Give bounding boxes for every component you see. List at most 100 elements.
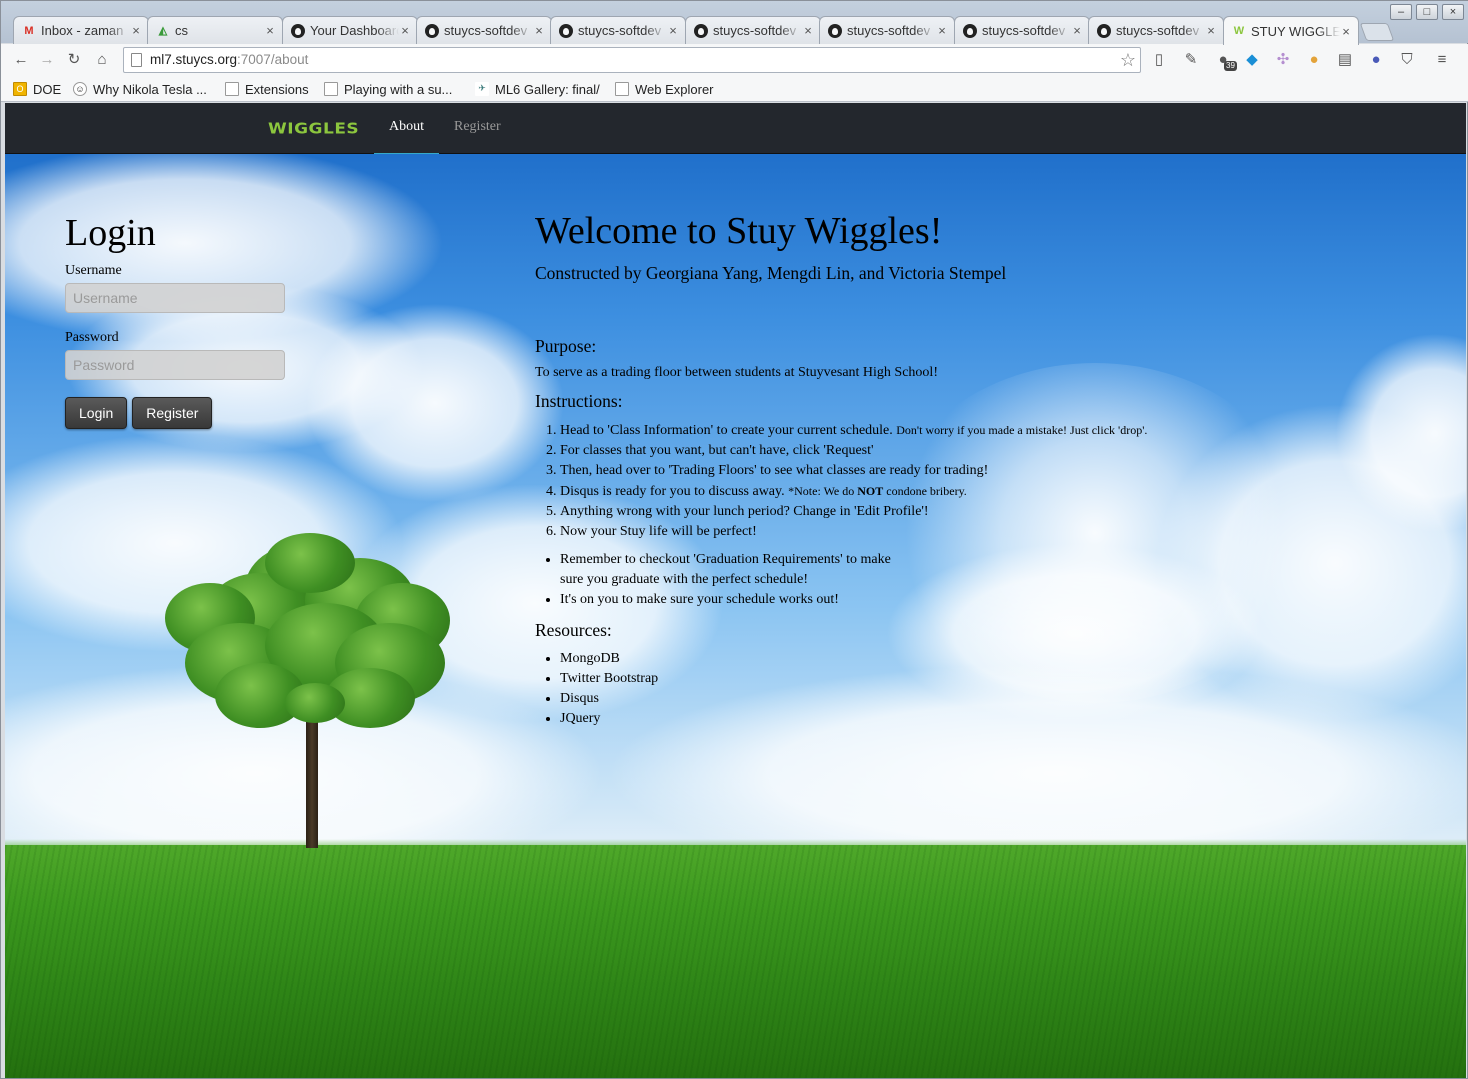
close-icon[interactable]: × <box>936 23 948 38</box>
instructions-heading: Instructions: <box>535 391 623 411</box>
globe-icon[interactable]: ● <box>1366 50 1386 70</box>
home-button[interactable]: ⌂ <box>92 50 112 70</box>
tab-strip: M Inbox - zaman × ◭ cs × Your Dashboard … <box>1 1 1468 45</box>
pinwheel-icon[interactable]: ✣ <box>1273 50 1293 70</box>
back-button[interactable]: ← <box>11 50 31 70</box>
nav-register[interactable]: Register <box>439 103 516 154</box>
register-button[interactable]: Register <box>132 397 213 429</box>
purpose-text: To serve as a trading floor between stud… <box>535 365 938 380</box>
page-icon <box>324 82 338 96</box>
github-icon <box>425 23 439 38</box>
list-item: Head to 'Class Information' to create yo… <box>560 420 1215 441</box>
bookmark-label: Extensions <box>245 81 309 97</box>
menu-icon[interactable]: ≡ <box>1432 50 1452 70</box>
maximize-button[interactable]: □ <box>1416 4 1438 20</box>
password-input[interactable] <box>65 350 285 380</box>
list-item: For classes that you want, but can't hav… <box>560 441 1215 461</box>
close-icon[interactable]: × <box>130 23 142 38</box>
tab-title: stuycs-softdev <box>713 23 797 38</box>
bookmark-extensions[interactable]: Extensions <box>225 80 309 98</box>
bookmark-web-explorer[interactable]: Web Explorer <box>615 80 714 98</box>
page-icon <box>131 53 142 67</box>
browser-window: M Inbox - zaman × ◭ cs × Your Dashboard … <box>0 0 1468 1079</box>
gmail-icon: M <box>24 24 34 37</box>
bookmark-label: Web Explorer <box>635 81 714 97</box>
tab-title: Your Dashboard <box>310 23 399 38</box>
bookmark-ml6-gallery[interactable]: ✈ ML6 Gallery: final/ <box>475 80 600 98</box>
tab-title: stuycs-softdev <box>982 23 1066 38</box>
github-icon <box>559 23 573 38</box>
list-item: Anything wrong with your lunch period? C… <box>560 502 1215 522</box>
tab-dashboard[interactable]: Your Dashboard × <box>282 16 418 44</box>
tree-trunk <box>306 703 318 848</box>
extension-badge-icon[interactable]: ● 39 <box>1213 50 1237 71</box>
tab-stuycs-6[interactable]: stuycs-softdev × <box>1088 16 1224 44</box>
bookmark-doe[interactable]: O DOE <box>13 80 61 98</box>
tab-stuycs-3[interactable]: stuycs-softdev × <box>685 16 821 44</box>
tab-inbox[interactable]: M Inbox - zaman × <box>13 16 149 44</box>
eyedropper-icon[interactable]: ✎ <box>1181 50 1201 70</box>
github-icon <box>963 23 977 38</box>
username-input[interactable] <box>65 283 285 313</box>
list-item: JQuery <box>560 709 1215 729</box>
extension-badge-count: 39 <box>1224 61 1237 71</box>
list-icon[interactable]: ▤ <box>1335 50 1355 70</box>
drive-icon: ◭ <box>158 25 168 37</box>
tab-stuycs-5[interactable]: stuycs-softdev × <box>954 16 1090 44</box>
minimize-button[interactable]: – <box>1390 4 1412 20</box>
login-button[interactable]: Login <box>65 397 128 429</box>
list-item: It's on you to make sure your schedule w… <box>560 590 1215 610</box>
step-note: Don't worry if you made a mistake! Just … <box>896 423 1148 437</box>
page-title: Welcome to Stuy Wiggles! <box>535 210 943 252</box>
close-icon[interactable]: × <box>399 23 411 38</box>
close-icon[interactable]: × <box>1340 24 1352 39</box>
pocket-icon[interactable]: ⛉ <box>1397 50 1417 70</box>
close-icon[interactable]: × <box>533 23 545 38</box>
tips-list: Remember to checkout 'Graduation Require… <box>560 550 1215 610</box>
tab-title: STUY WIGGLES <box>1251 23 1340 39</box>
bookmark-star-icon[interactable]: ☆ <box>1120 48 1136 72</box>
tab-stuycs-4[interactable]: stuycs-softdev × <box>819 16 955 44</box>
username-label: Username <box>65 263 122 278</box>
page-viewport: WIGGLES About Register Login Username Pa… <box>5 103 1466 1078</box>
bookmark-label: DOE <box>33 81 62 97</box>
brand-logo[interactable]: WIGGLES <box>268 120 359 138</box>
url-host: ml7.stuycs.org <box>150 52 238 67</box>
diamond-icon[interactable]: ◆ <box>1242 50 1262 70</box>
address-bar[interactable]: ml7.stuycs.org:7007/about ☆ <box>123 47 1141 73</box>
bookmark-label: ML6 Gallery: final/ <box>495 81 600 97</box>
list-item: Twitter Bootstrap <box>560 669 1215 689</box>
list-item: Disqus is ready for you to discuss away.… <box>560 481 1215 502</box>
tab-title: stuycs-softdev <box>847 23 931 38</box>
site-navbar: WIGGLES About Register <box>5 103 1466 154</box>
bookmark-tesla[interactable]: ☺ Why Nikola Tesla ... <box>73 80 207 98</box>
tab-title: stuycs-softdev <box>1116 23 1200 38</box>
tab-stuycs-1[interactable]: stuycs-softdev × <box>416 16 552 44</box>
login-title: Login <box>65 212 156 254</box>
close-icon[interactable]: × <box>802 23 814 38</box>
tab-stuycs-2[interactable]: stuycs-softdev × <box>550 16 686 44</box>
new-tab-button[interactable] <box>1359 23 1395 41</box>
face-icon: ☺ <box>73 82 87 96</box>
forward-button[interactable]: → <box>37 50 57 70</box>
tab-title: cs <box>175 23 188 38</box>
list-item: Disqus <box>560 689 1215 709</box>
close-window-button[interactable]: × <box>1442 4 1464 20</box>
nav-about[interactable]: About <box>374 103 439 154</box>
resources-heading: Resources: <box>535 620 612 640</box>
bookmark-playing[interactable]: Playing with a su... <box>324 80 452 98</box>
bookmark-icon[interactable]: ▯ <box>1149 50 1169 70</box>
reload-button[interactable]: ↻ <box>64 50 84 70</box>
github-icon <box>694 23 708 38</box>
credits: Constructed by Georgiana Yang, Mengdi Li… <box>535 263 1007 283</box>
password-label: Password <box>65 330 119 345</box>
tab-cs[interactable]: ◭ cs × <box>147 16 283 44</box>
cookie-icon[interactable]: ● <box>1304 50 1324 70</box>
close-icon[interactable]: × <box>264 23 276 38</box>
close-icon[interactable]: × <box>1071 23 1083 38</box>
close-icon[interactable]: × <box>1205 23 1217 38</box>
purpose-heading: Purpose: <box>535 336 597 356</box>
tab-stuy-wiggles[interactable]: W STUY WIGGLES × <box>1223 16 1359 45</box>
step-note: *Note: We do NOT condone bribery. <box>788 484 967 498</box>
close-icon[interactable]: × <box>667 23 679 38</box>
